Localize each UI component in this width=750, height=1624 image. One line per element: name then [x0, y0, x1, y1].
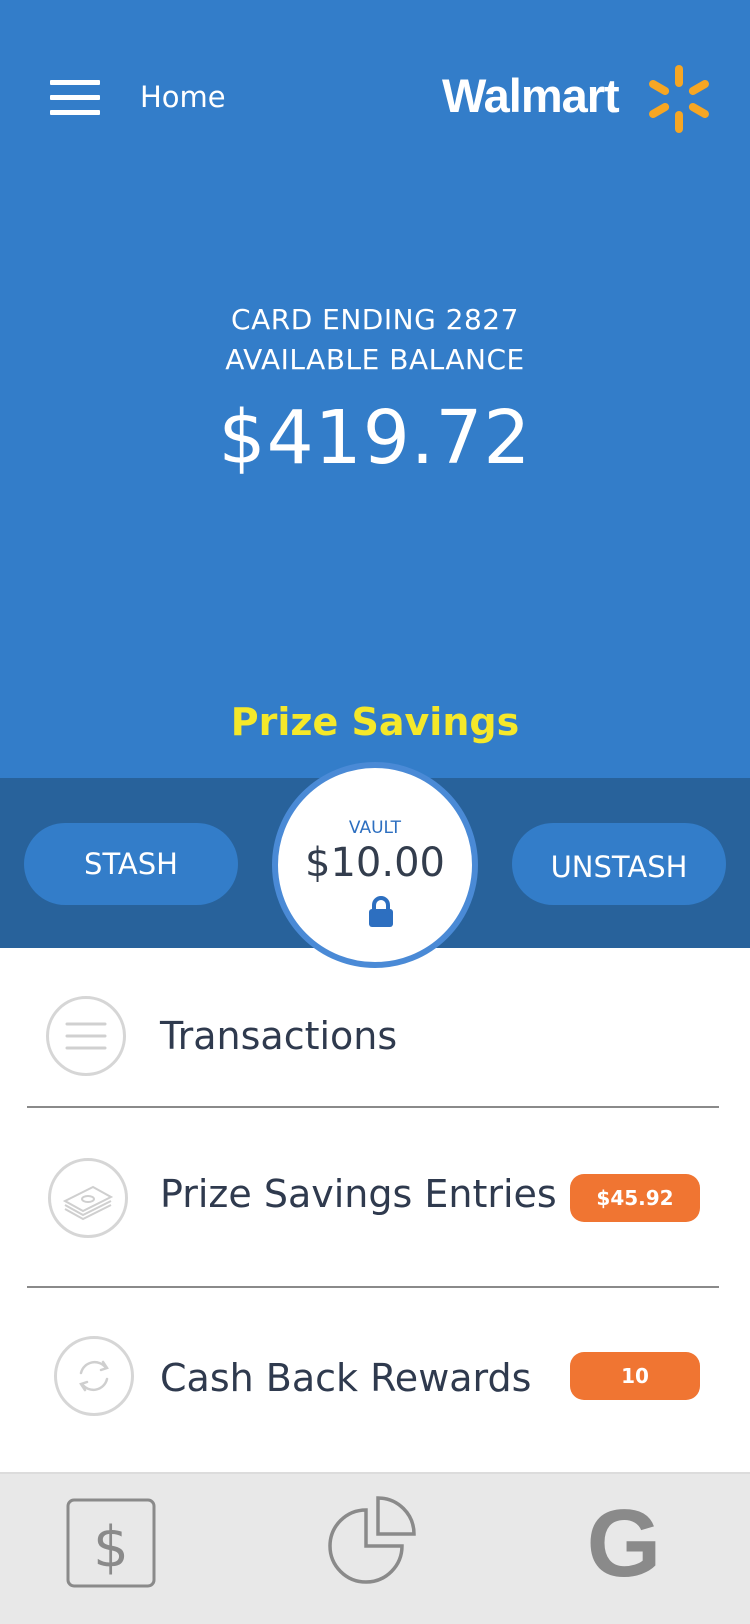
dollar-icon: $: [66, 1498, 156, 1588]
unstash-button[interactable]: UNSTASH: [512, 823, 726, 905]
vault-amount: $10.00: [305, 840, 445, 886]
tab-pie-chart[interactable]: [326, 1494, 422, 1590]
rewards-badge: 10: [570, 1352, 700, 1400]
g-logo-icon: G: [587, 1490, 662, 1597]
list-item-cash-back-rewards[interactable]: Cash Back Rewards 10: [0, 1288, 750, 1458]
list-item-label: Cash Back Rewards: [160, 1356, 532, 1400]
svg-text:G: G: [588, 1500, 661, 1590]
walmart-spark-icon: [649, 65, 709, 133]
tab-dollar[interactable]: $: [66, 1498, 156, 1588]
balance-block: CARD ENDING 2827 AVAILABLE BALANCE $419.…: [0, 300, 750, 478]
list-item-label: Prize Savings Entries: [160, 1172, 557, 1216]
available-balance-label: AVAILABLE BALANCE: [225, 343, 525, 376]
header: Home Walmart CARD ENDING 2827 AVAILABLE …: [0, 0, 750, 778]
stash-button[interactable]: STASH: [24, 823, 238, 905]
nav-title: Home: [140, 80, 226, 114]
tab-bar: $ G: [0, 1472, 750, 1624]
list-item-label: Transactions: [160, 1014, 398, 1058]
walmart-logo: Walmart: [442, 64, 712, 144]
money-stack-icon: [48, 1158, 128, 1238]
list-icon: [46, 996, 126, 1076]
lock-icon: [369, 896, 393, 927]
hamburger-menu-icon[interactable]: [50, 80, 100, 116]
svg-text:$: $: [93, 1515, 129, 1580]
vault-label: VAULT: [348, 818, 402, 838]
entries-badge: $45.92: [570, 1174, 700, 1222]
vault-circle[interactable]: VAULT $10.00: [272, 762, 478, 968]
balance-amount: $419.72: [218, 395, 532, 481]
brand-name: Walmart: [442, 69, 620, 122]
tab-g[interactable]: G: [587, 1490, 668, 1597]
refresh-icon: [54, 1336, 134, 1416]
prize-savings-title: Prize Savings: [230, 700, 520, 744]
list-item-transactions[interactable]: Transactions: [0, 948, 750, 1118]
pie-chart-icon: [328, 1496, 416, 1584]
card-ending-label: CARD ENDING 2827: [231, 303, 519, 336]
list-item-prize-savings-entries[interactable]: Prize Savings Entries $45.92: [0, 1108, 750, 1278]
